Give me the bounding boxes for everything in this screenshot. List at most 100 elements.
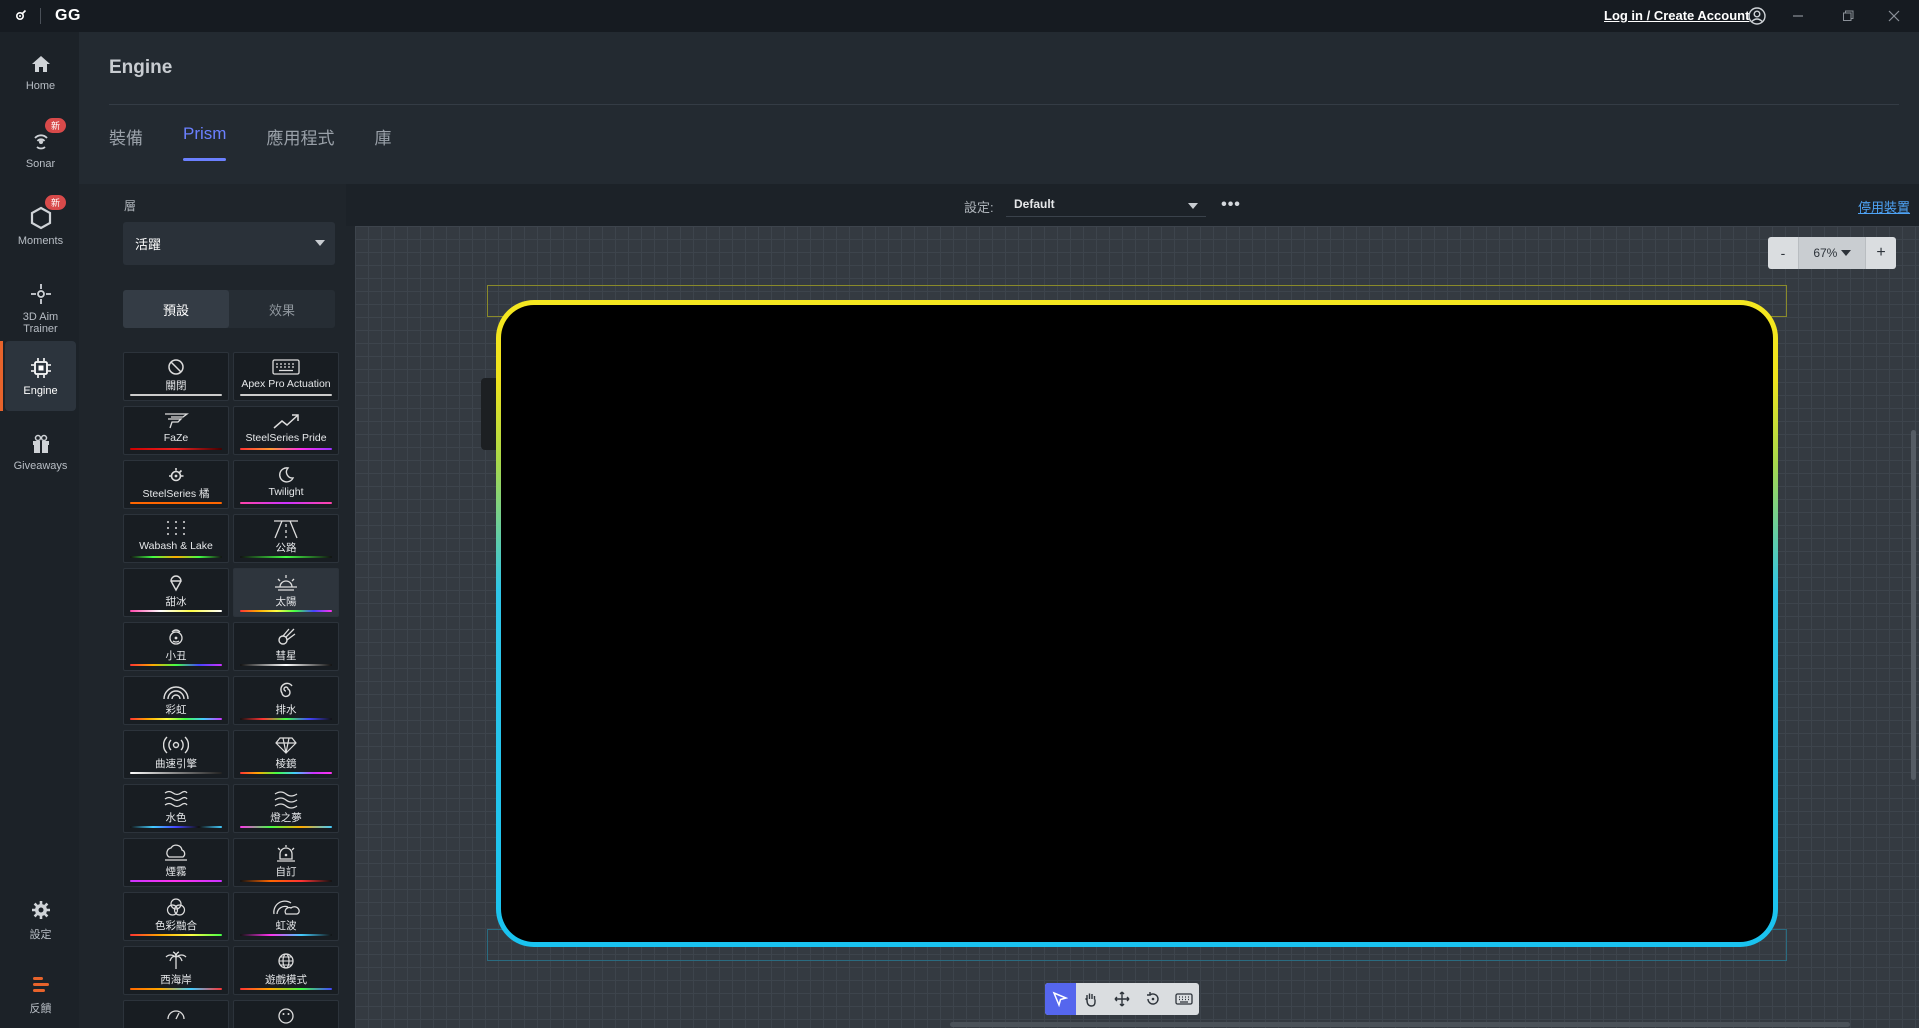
steelseries-icon [166,464,186,486]
preset-tile[interactable]: 關閉 [123,352,229,401]
header-divider [109,104,1899,105]
select-tool-icon[interactable] [1045,983,1076,1015]
preset-tile[interactable]: Wabash & Lake [123,514,229,563]
preset-tile[interactable]: 自訂 [233,838,339,887]
preset-color-bar [130,610,222,612]
nav-item-engine[interactable]: Engine [0,341,76,411]
preset-label: 虹波 [275,920,297,932]
preset-grid: 關閉 Apex Pro Actuation FaZe SteelSeries Prid… [123,352,339,1028]
nav-item-giveaways[interactable]: Giveaways [5,417,76,487]
keyboard-icon [272,356,300,378]
tab-presets[interactable]: 預設 [123,290,229,328]
preset-tile[interactable] [123,1000,229,1028]
preset-tile[interactable]: 甜冰 [123,568,229,617]
preset-tile[interactable]: SteelSeries Pride [233,406,339,455]
zoom-out-button[interactable]: - [1768,245,1798,261]
zoom-control: - 67% + [1768,237,1896,269]
engine-icon [30,357,51,378]
app-brand: GG [55,7,81,24]
nav-item-moments[interactable]: 新 Moments [5,191,76,261]
preset-tile[interactable]: 小丑 [123,622,229,671]
preset-label: 自訂 [275,866,297,878]
zoom-level-dropdown[interactable]: 67% [1798,237,1866,269]
tab-effects[interactable]: 效果 [229,290,335,328]
nav-label-giveaways: Giveaways [13,459,68,472]
home-icon [31,55,50,72]
preset-tile[interactable]: 彩虹 [123,676,229,725]
preset-label: 小丑 [165,650,187,662]
preset-tile[interactable]: Apex Pro Actuation [233,352,339,401]
preset-tile[interactable]: 公路 [233,514,339,563]
preset-tile[interactable] [233,1000,339,1028]
sunrise-icon [273,572,299,594]
faze-icon [163,410,189,432]
preset-color-bar [130,934,222,936]
horizontal-scrollbar[interactable] [950,1022,1850,1027]
preset-color-bar [240,880,332,882]
nav-item-home[interactable]: Home [5,37,76,107]
more-options-icon[interactable]: ••• [1218,192,1244,218]
preset-label: 色彩融合 [155,920,197,932]
login-link[interactable]: Log in / Create Account [1604,8,1749,23]
road-icon [272,518,300,540]
config-dropdown-value: Default [1014,197,1055,211]
move-tool-icon[interactable] [1107,983,1138,1015]
zoom-level-value: 67% [1813,246,1838,260]
tab-apps[interactable]: 應用程式 [266,124,334,149]
zoom-in-button[interactable]: + [1866,244,1896,262]
preset-color-bar [130,502,222,504]
preset-tile[interactable]: 曲速引擎 [123,730,229,779]
clown-icon [166,626,186,648]
preset-tile[interactable]: 燈之夢 [233,784,339,833]
layers-panel: 層 活躍 預設 效果 關閉 Apex Pro Actuation FaZe Steel… [110,184,346,1028]
nav-item-3d-aim-trainer[interactable]: 3D Aim Trainer [5,268,76,348]
disable-device-link[interactable]: 停用裝置 [1858,197,1910,216]
preset-label: 排水 [275,704,297,716]
preset-color-bar [240,502,332,504]
preset-tile[interactable]: SteelSeries 橘 [123,460,229,509]
nav-item-feedback[interactable]: 反饋 [5,964,76,1024]
hand-tool-icon[interactable] [1076,983,1107,1015]
preset-tile[interactable]: 排水 [233,676,339,725]
preset-tile[interactable]: 彗星 [233,622,339,671]
preset-tile[interactable]: FaZe [123,406,229,455]
rotate-tool-icon[interactable] [1137,983,1168,1015]
config-dropdown[interactable]: Default [1006,193,1206,217]
user-icon[interactable] [1748,7,1766,25]
vertical-scrollbar[interactable] [1911,430,1916,780]
tab-library[interactable]: 庫 [374,124,391,149]
new-badge: 新 [45,118,67,133]
preset-tile[interactable]: 西海岸 [123,946,229,995]
nav-label-home: Home [25,79,56,92]
minimize-icon[interactable] [1788,6,1808,26]
nav-item-settings[interactable]: 設定 [5,890,76,950]
off-icon [166,356,186,378]
gift-icon [32,434,49,453]
preset-color-bar [130,718,222,720]
layer-dropdown[interactable]: 活躍 [123,222,335,265]
restore-icon[interactable] [1838,6,1858,26]
preset-tile[interactable]: 虹波 [233,892,339,941]
preset-tile[interactable]: 煙霧 [123,838,229,887]
close-icon[interactable] [1884,6,1904,26]
preset-tile[interactable]: 棱鏡 [233,730,339,779]
layer-label: 層 [124,199,137,213]
signal-icon [163,734,189,756]
mousepad-device[interactable] [496,300,1778,947]
tab-gear[interactable]: 裝備 [109,124,143,149]
smiley-icon [275,1004,297,1026]
preset-tile[interactable]: Twilight [233,460,339,509]
preset-effect-tabs: 預設 效果 [123,290,335,328]
preset-label: 曲速引擎 [155,758,197,770]
nav-item-sonar[interactable]: 新 Sonar [5,114,76,184]
preset-tile[interactable]: 太陽 [233,568,339,617]
preset-color-bar [130,556,222,558]
tab-prism[interactable]: Prism [183,124,227,161]
engine-tabs: 裝備 Prism 應用程式 庫 [109,124,431,161]
preset-tile[interactable]: 水色 [123,784,229,833]
preset-label: SteelSeries 橘 [142,488,210,500]
title-bar: GG Log in / Create Account [0,0,1919,32]
keyboard-tool-icon[interactable] [1168,983,1199,1015]
preset-tile[interactable]: 色彩融合 [123,892,229,941]
preset-tile[interactable]: 遊戲模式 [233,946,339,995]
